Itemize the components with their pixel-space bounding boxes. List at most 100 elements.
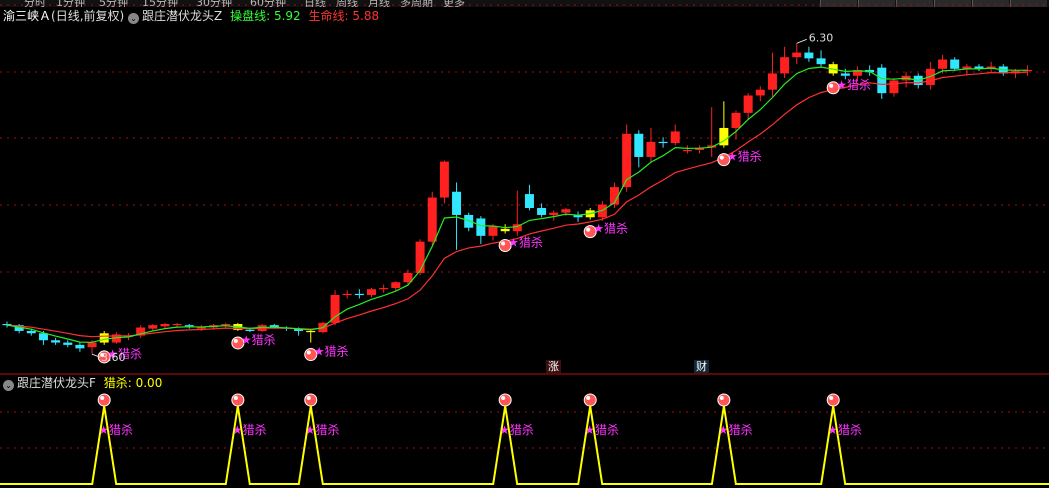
high-price-label: 6.30 (809, 31, 834, 44)
candle-body[interactable] (415, 241, 425, 273)
candle-body[interactable] (379, 288, 389, 290)
candle-body[interactable] (561, 209, 571, 213)
signal-label: ★猎杀 (836, 77, 871, 92)
sub-indicator-name[interactable]: 跟庄潜伏龙头F (17, 376, 96, 390)
candle-body[interactable] (245, 329, 255, 331)
sub-signal-label: ★猎杀 (232, 422, 267, 437)
candle-body[interactable] (160, 324, 170, 327)
candle-body[interactable] (950, 59, 960, 69)
candle-body[interactable] (63, 342, 73, 345)
collapse-icon[interactable]: ⌄ (3, 380, 14, 391)
sub-indicator-line (0, 405, 1049, 485)
candle-body[interactable] (537, 208, 547, 215)
candle-body[interactable] (743, 95, 753, 113)
sub-signal-label: ★猎杀 (98, 422, 133, 437)
candle-body[interactable] (391, 282, 401, 289)
event-badge-zhang[interactable]: 涨 (546, 360, 561, 373)
candle-body[interactable] (367, 289, 376, 295)
main-header: 渝三峡Ａ(日线,前复权) ⌄ 跟庄潜伏龙头Z 操盘线: 5.92 生命线: 5.8… (3, 9, 379, 24)
candle-body[interactable] (51, 340, 61, 343)
candle-body[interactable] (148, 325, 158, 329)
sub-ball-highlight (233, 396, 238, 400)
signal-label: ★猎杀 (508, 235, 543, 250)
candle-body[interactable] (452, 191, 462, 215)
candle-body[interactable] (476, 218, 486, 236)
sub-signal-label: ★猎杀 (584, 422, 619, 437)
signal-label: ★猎杀 (593, 221, 628, 236)
candle-body[interactable] (342, 293, 352, 296)
candle-body[interactable] (184, 325, 194, 327)
candle-body[interactable] (354, 293, 364, 296)
candle-body[interactable] (500, 228, 510, 232)
collapse-icon[interactable]: ⌄ (128, 13, 140, 24)
sub-label: 猎杀: (103, 376, 132, 390)
candle-body[interactable] (439, 161, 449, 198)
sub-signal-ball-icon[interactable] (717, 393, 731, 407)
candle-body[interactable] (804, 52, 814, 59)
sub-signal-ball-icon[interactable] (97, 393, 111, 407)
candle-body[interactable] (816, 58, 826, 65)
period-label: (日线,前复权) (51, 9, 125, 23)
candle-body[interactable] (196, 327, 206, 329)
candle-body[interactable] (99, 333, 109, 343)
signal-label: ★猎杀 (727, 149, 762, 164)
sub-signal-ball-icon[interactable] (304, 393, 318, 407)
candle-body[interactable] (755, 89, 765, 96)
sub-signal-ball-icon[interactable] (826, 393, 840, 407)
sub-ball-highlight (829, 396, 834, 400)
candle-body[interactable] (840, 73, 850, 76)
candle-body[interactable] (488, 226, 498, 236)
candle-body[interactable] (682, 150, 692, 152)
sub-indicator-chart: ★猎杀 ★猎杀 ★猎杀 ★猎杀 ★猎杀 ★猎杀 ★猎杀 (0, 393, 1049, 485)
candle-body[interactable] (172, 324, 182, 326)
candle-body[interactable] (634, 133, 644, 157)
sub-signal-ball-icon[interactable] (583, 393, 597, 407)
candle-body[interactable] (330, 295, 340, 323)
sub-signal-ball-icon[interactable] (231, 393, 245, 407)
line1-label: 操盘线: (230, 9, 271, 23)
signal-markers: ★猎杀★猎杀★猎杀★猎杀★猎杀★猎杀★猎杀6.303.60 (91, 31, 871, 364)
candle-body[interactable] (646, 141, 656, 157)
sub-ball-highlight (501, 396, 506, 400)
line2-label: 生命线: (308, 9, 349, 23)
sub-ball-highlight (306, 396, 311, 400)
candlestick-series (2, 43, 1033, 355)
candle-body[interactable] (792, 52, 802, 58)
candle-body[interactable] (306, 330, 316, 333)
signal-ball-highlight (719, 155, 724, 160)
chart-area[interactable]: ★猎杀★猎杀★猎杀★猎杀★猎杀★猎杀★猎杀6.303.60 ★猎杀 ★猎杀 ★猎杀 ★… (0, 0, 1049, 488)
high-price-pointer (796, 38, 807, 44)
candle-body[interactable] (889, 80, 899, 94)
signal-ball-highlight (306, 350, 311, 355)
candle-body[interactable] (877, 67, 887, 94)
candle-body[interactable] (938, 59, 948, 69)
signal-label: ★猎杀 (241, 332, 276, 347)
sub-signal-ball-icon[interactable] (498, 393, 512, 407)
sub-header: ⌄ 跟庄潜伏龙头F 猎杀: 0.00 (3, 376, 162, 391)
signal-ball-highlight (829, 83, 834, 88)
candle-body[interactable] (780, 57, 790, 74)
indicator-name[interactable]: 跟庄潜伏龙头Z (142, 9, 222, 23)
candle-body[interactable] (767, 73, 777, 90)
sub-signal-label: ★猎杀 (718, 422, 753, 437)
candle-body[interactable] (670, 131, 680, 144)
sub-value: 0.00 (135, 376, 163, 390)
signal-ball-highlight (233, 338, 238, 343)
event-badge-cai[interactable]: 财 (694, 360, 709, 373)
candle-body[interactable] (549, 212, 559, 215)
candle-body[interactable] (427, 197, 437, 242)
signal-label: ★猎杀 (314, 344, 349, 359)
sub-signal-label: ★猎杀 (499, 422, 534, 437)
signal-ball-highlight (501, 241, 506, 246)
candle-body[interactable] (75, 344, 85, 349)
candle-body[interactable] (87, 342, 97, 348)
stock-name: 渝三峡Ａ (3, 9, 52, 23)
sub-signal-label: ★猎杀 (827, 422, 862, 437)
candle-body[interactable] (731, 112, 741, 128)
line1-value: 5.92 (273, 9, 301, 23)
sub-ball-highlight (719, 396, 724, 400)
candle-body[interactable] (26, 330, 36, 334)
candle-body[interactable] (658, 141, 668, 144)
sub-ball-highlight (586, 396, 591, 400)
candle-body[interactable] (524, 194, 534, 208)
